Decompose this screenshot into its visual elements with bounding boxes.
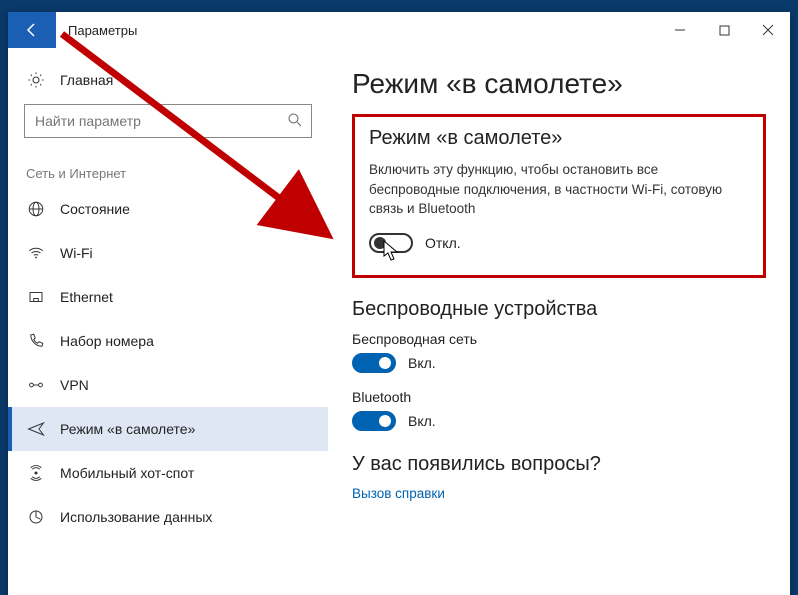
airplane-toggle-label: Откл. <box>425 235 461 251</box>
content-pane: Режим «в самолете» Режим «в самолете» Вк… <box>328 48 790 595</box>
sidebar-item-datausage[interactable]: Использование данных <box>8 495 328 539</box>
sidebar-item-label: Режим «в самолете» <box>60 421 195 437</box>
body: Главная Сеть и Интернет Состояние Wi-Fi … <box>8 48 790 595</box>
sidebar-item-vpn[interactable]: VPN <box>8 363 328 407</box>
maximize-button[interactable] <box>702 12 746 48</box>
wifi-toggle-label: Вкл. <box>408 355 436 371</box>
wifi-toggle-row: Вкл. <box>352 353 766 373</box>
airplane-section-title: Режим «в самолете» <box>369 127 749 150</box>
sidebar-item-wifi[interactable]: Wi-Fi <box>8 231 328 275</box>
sidebar-item-dialup[interactable]: Набор номера <box>8 319 328 363</box>
sidebar: Главная Сеть и Интернет Состояние Wi-Fi … <box>8 48 328 595</box>
wifi-label: Беспроводная сеть <box>352 331 766 347</box>
settings-window: Параметры Главная <box>8 12 790 595</box>
hotspot-icon <box>26 463 46 483</box>
wireless-section: Беспроводные устройства Беспроводная сет… <box>352 298 766 431</box>
wifi-toggle[interactable] <box>352 353 396 373</box>
search-input[interactable] <box>24 104 312 138</box>
airplane-description: Включить эту функцию, чтобы остановить в… <box>369 160 749 219</box>
wifi-icon <box>26 243 46 263</box>
airplane-toggle[interactable] <box>369 233 413 253</box>
sidebar-item-label: Мобильный хот-спот <box>60 465 194 481</box>
back-button[interactable] <box>8 12 56 48</box>
bluetooth-toggle-label: Вкл. <box>408 413 436 429</box>
globe-icon <box>26 199 46 219</box>
help-section: У вас появились вопросы? Вызов справки <box>352 453 766 501</box>
minimize-icon <box>674 24 686 36</box>
sidebar-home-label: Главная <box>60 72 113 88</box>
phone-icon <box>26 331 46 351</box>
help-link[interactable]: Вызов справки <box>352 486 766 501</box>
gear-icon <box>26 70 46 90</box>
sidebar-item-status[interactable]: Состояние <box>8 187 328 231</box>
minimize-button[interactable] <box>658 12 702 48</box>
sidebar-item-label: Ethernet <box>60 289 113 305</box>
window-title: Параметры <box>56 12 149 48</box>
window-controls <box>658 12 790 48</box>
sidebar-item-ethernet[interactable]: Ethernet <box>8 275 328 319</box>
search-wrap <box>24 104 312 138</box>
highlight-box: Режим «в самолете» Включить эту функцию,… <box>352 114 766 278</box>
bluetooth-label: Bluetooth <box>352 389 766 405</box>
page-title: Режим «в самолете» <box>352 68 766 100</box>
airplane-toggle-row: Откл. <box>369 233 749 253</box>
maximize-icon <box>719 25 730 36</box>
sidebar-item-label: Состояние <box>60 201 130 217</box>
sidebar-item-airplane[interactable]: Режим «в самолете» <box>8 407 328 451</box>
bluetooth-toggle[interactable] <box>352 411 396 431</box>
close-icon <box>762 24 774 36</box>
data-icon <box>26 507 46 527</box>
help-section-title: У вас появились вопросы? <box>352 453 766 476</box>
arrow-left-icon <box>24 22 40 38</box>
sidebar-item-label: VPN <box>60 377 89 393</box>
sidebar-category-title: Сеть и Интернет <box>8 156 328 187</box>
titlebar: Параметры <box>8 12 790 48</box>
airplane-icon <box>26 419 46 439</box>
sidebar-home[interactable]: Главная <box>8 62 328 100</box>
sidebar-item-label: Набор номера <box>60 333 154 349</box>
bluetooth-toggle-row: Вкл. <box>352 411 766 431</box>
sidebar-item-label: Использование данных <box>60 509 212 525</box>
sidebar-item-hotspot[interactable]: Мобильный хот-спот <box>8 451 328 495</box>
close-button[interactable] <box>746 12 790 48</box>
wireless-section-title: Беспроводные устройства <box>352 298 766 321</box>
sidebar-item-label: Wi-Fi <box>60 245 93 261</box>
ethernet-icon <box>26 287 46 307</box>
vpn-icon <box>26 375 46 395</box>
